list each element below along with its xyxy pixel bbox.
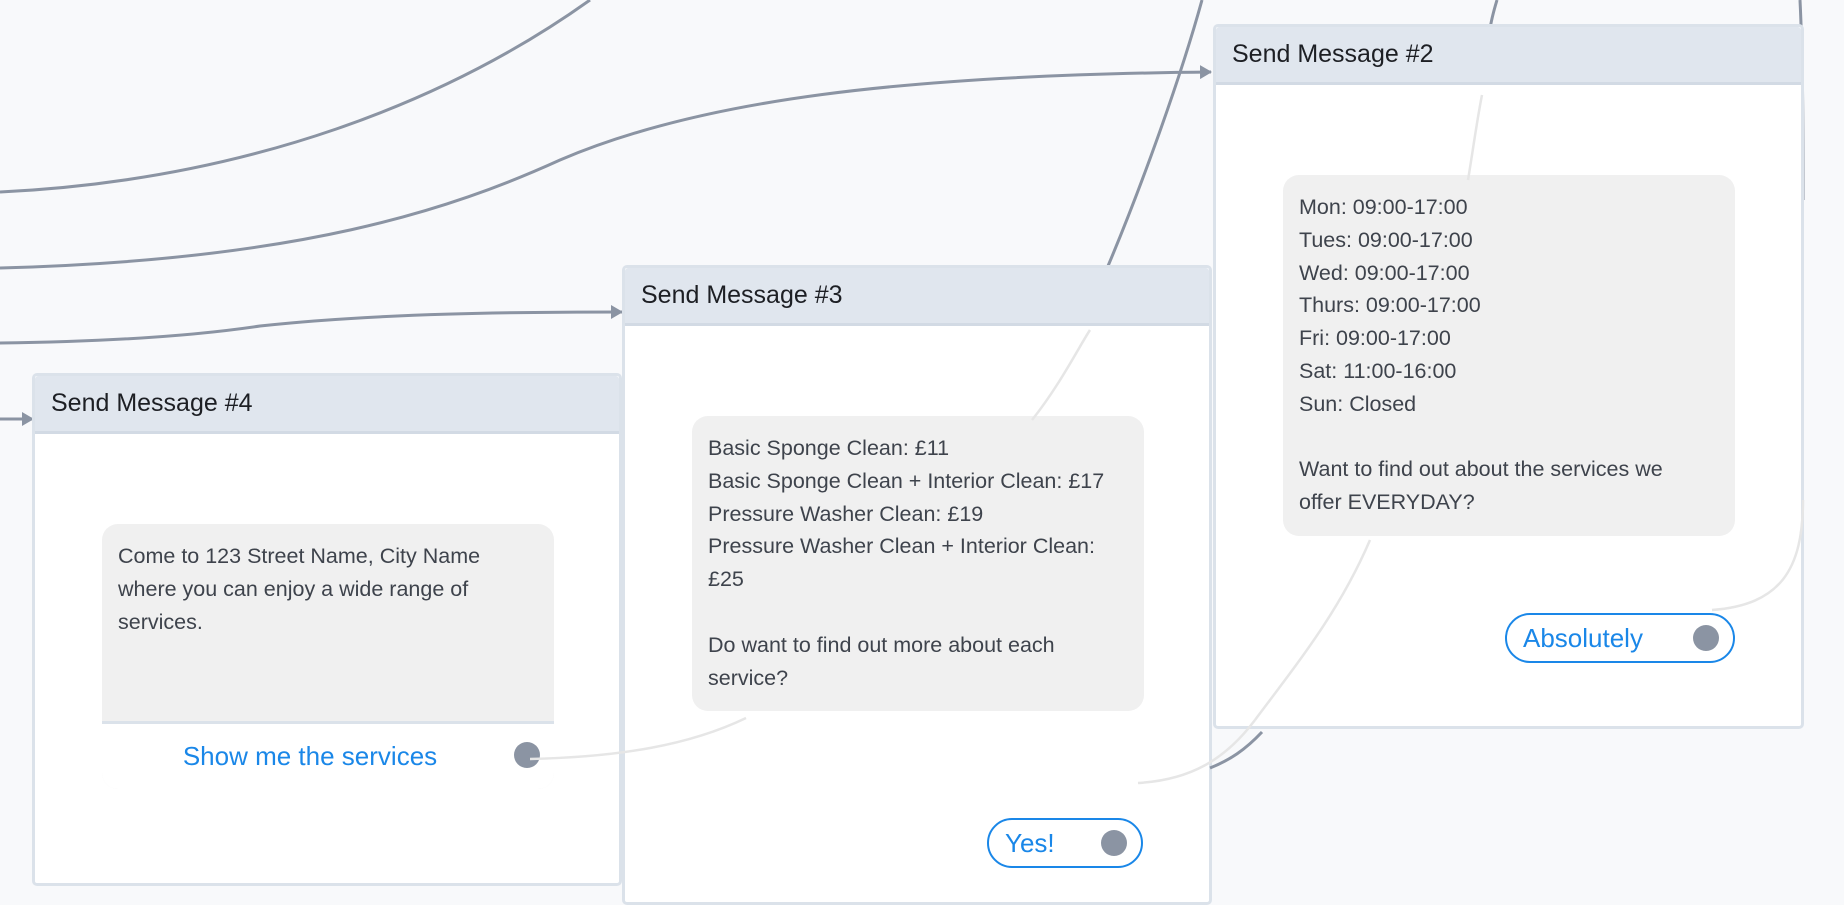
- connector-edge[interactable]: [1106, 0, 1204, 267]
- message-line: Want to find out about the services we: [1299, 457, 1663, 482]
- flow-canvas[interactable]: Send Message #4 Come to 123 Street Name,…: [0, 0, 1844, 905]
- message-line: Pressure Washer Clean: £19: [708, 501, 984, 526]
- node-send-message-4[interactable]: Send Message #4 Come to 123 Street Name,…: [32, 373, 622, 886]
- message-line: Thurs: 09:00-17:00: [1299, 293, 1481, 318]
- link-line: [1209, 730, 1264, 770]
- message-line: Pressure Washer Clean + Interior Clean:: [708, 534, 1095, 559]
- connector-edge[interactable]: [0, 305, 623, 345]
- output-port[interactable]: [514, 742, 540, 768]
- message-bubble[interactable]: Mon: 09:00-17:00 Tues: 09:00-17:00 Wed: …: [1283, 175, 1735, 536]
- node-header[interactable]: Send Message #3: [625, 268, 1209, 326]
- message-line: offer EVERYDAY?: [1299, 490, 1475, 515]
- button-label: Yes!: [1005, 827, 1055, 858]
- message-line: Sun: Closed: [1299, 391, 1417, 416]
- message-line: where you can enjoy a wide range of: [118, 576, 469, 601]
- node-header[interactable]: Send Message #2: [1216, 27, 1801, 85]
- message-line: Do want to find out more about each: [708, 632, 1055, 657]
- show-services-button[interactable]: Show me the services: [102, 721, 554, 789]
- node-header[interactable]: Send Message #4: [35, 376, 619, 434]
- node-send-message-2[interactable]: Send Message #2 Mon: 09:00-17:00 Tues: 0…: [1213, 24, 1804, 729]
- node-send-message-3[interactable]: Send Message #3 Basic Sponge Clean: £11 …: [622, 265, 1212, 905]
- output-port[interactable]: [1101, 830, 1127, 856]
- message-line: Basic Sponge Clean: £11: [708, 436, 950, 460]
- button-label: Show me the services: [182, 741, 438, 772]
- node-title: Send Message #3: [641, 281, 843, 309]
- message-bubble[interactable]: Basic Sponge Clean: £11 Basic Sponge Cle…: [692, 416, 1144, 711]
- message-line: Wed: 09:00-17:00: [1299, 260, 1470, 285]
- node-title: Send Message #2: [1232, 40, 1434, 68]
- output-port[interactable]: [1693, 625, 1719, 651]
- message-bubble[interactable]: Come to 123 Street Name, City Name where…: [102, 524, 554, 789]
- message-line: £25: [708, 567, 744, 592]
- node-title: Send Message #4: [51, 389, 253, 417]
- message-line: services.: [118, 609, 203, 634]
- message-line: Sat: 11:00-16:00: [1299, 358, 1457, 383]
- message-line: service?: [708, 665, 789, 690]
- yes-button[interactable]: Yes!: [987, 818, 1143, 868]
- message-line: Come to 123 Street Name, City Name: [118, 544, 481, 568]
- absolutely-button[interactable]: Absolutely: [1505, 613, 1735, 663]
- message-line: Fri: 09:00-17:00: [1299, 326, 1451, 351]
- message-line: Basic Sponge Clean + Interior Clean: £17: [708, 468, 1105, 493]
- message-line: [1299, 421, 1719, 454]
- message-line: [708, 596, 1128, 629]
- message-line: Mon: 09:00-17:00: [1299, 195, 1468, 219]
- connector-edge[interactable]: [0, 0, 591, 194]
- message-line: Tues: 09:00-17:00: [1299, 227, 1473, 252]
- connector-edge[interactable]: [0, 65, 1212, 270]
- button-label: Absolutely: [1523, 622, 1643, 653]
